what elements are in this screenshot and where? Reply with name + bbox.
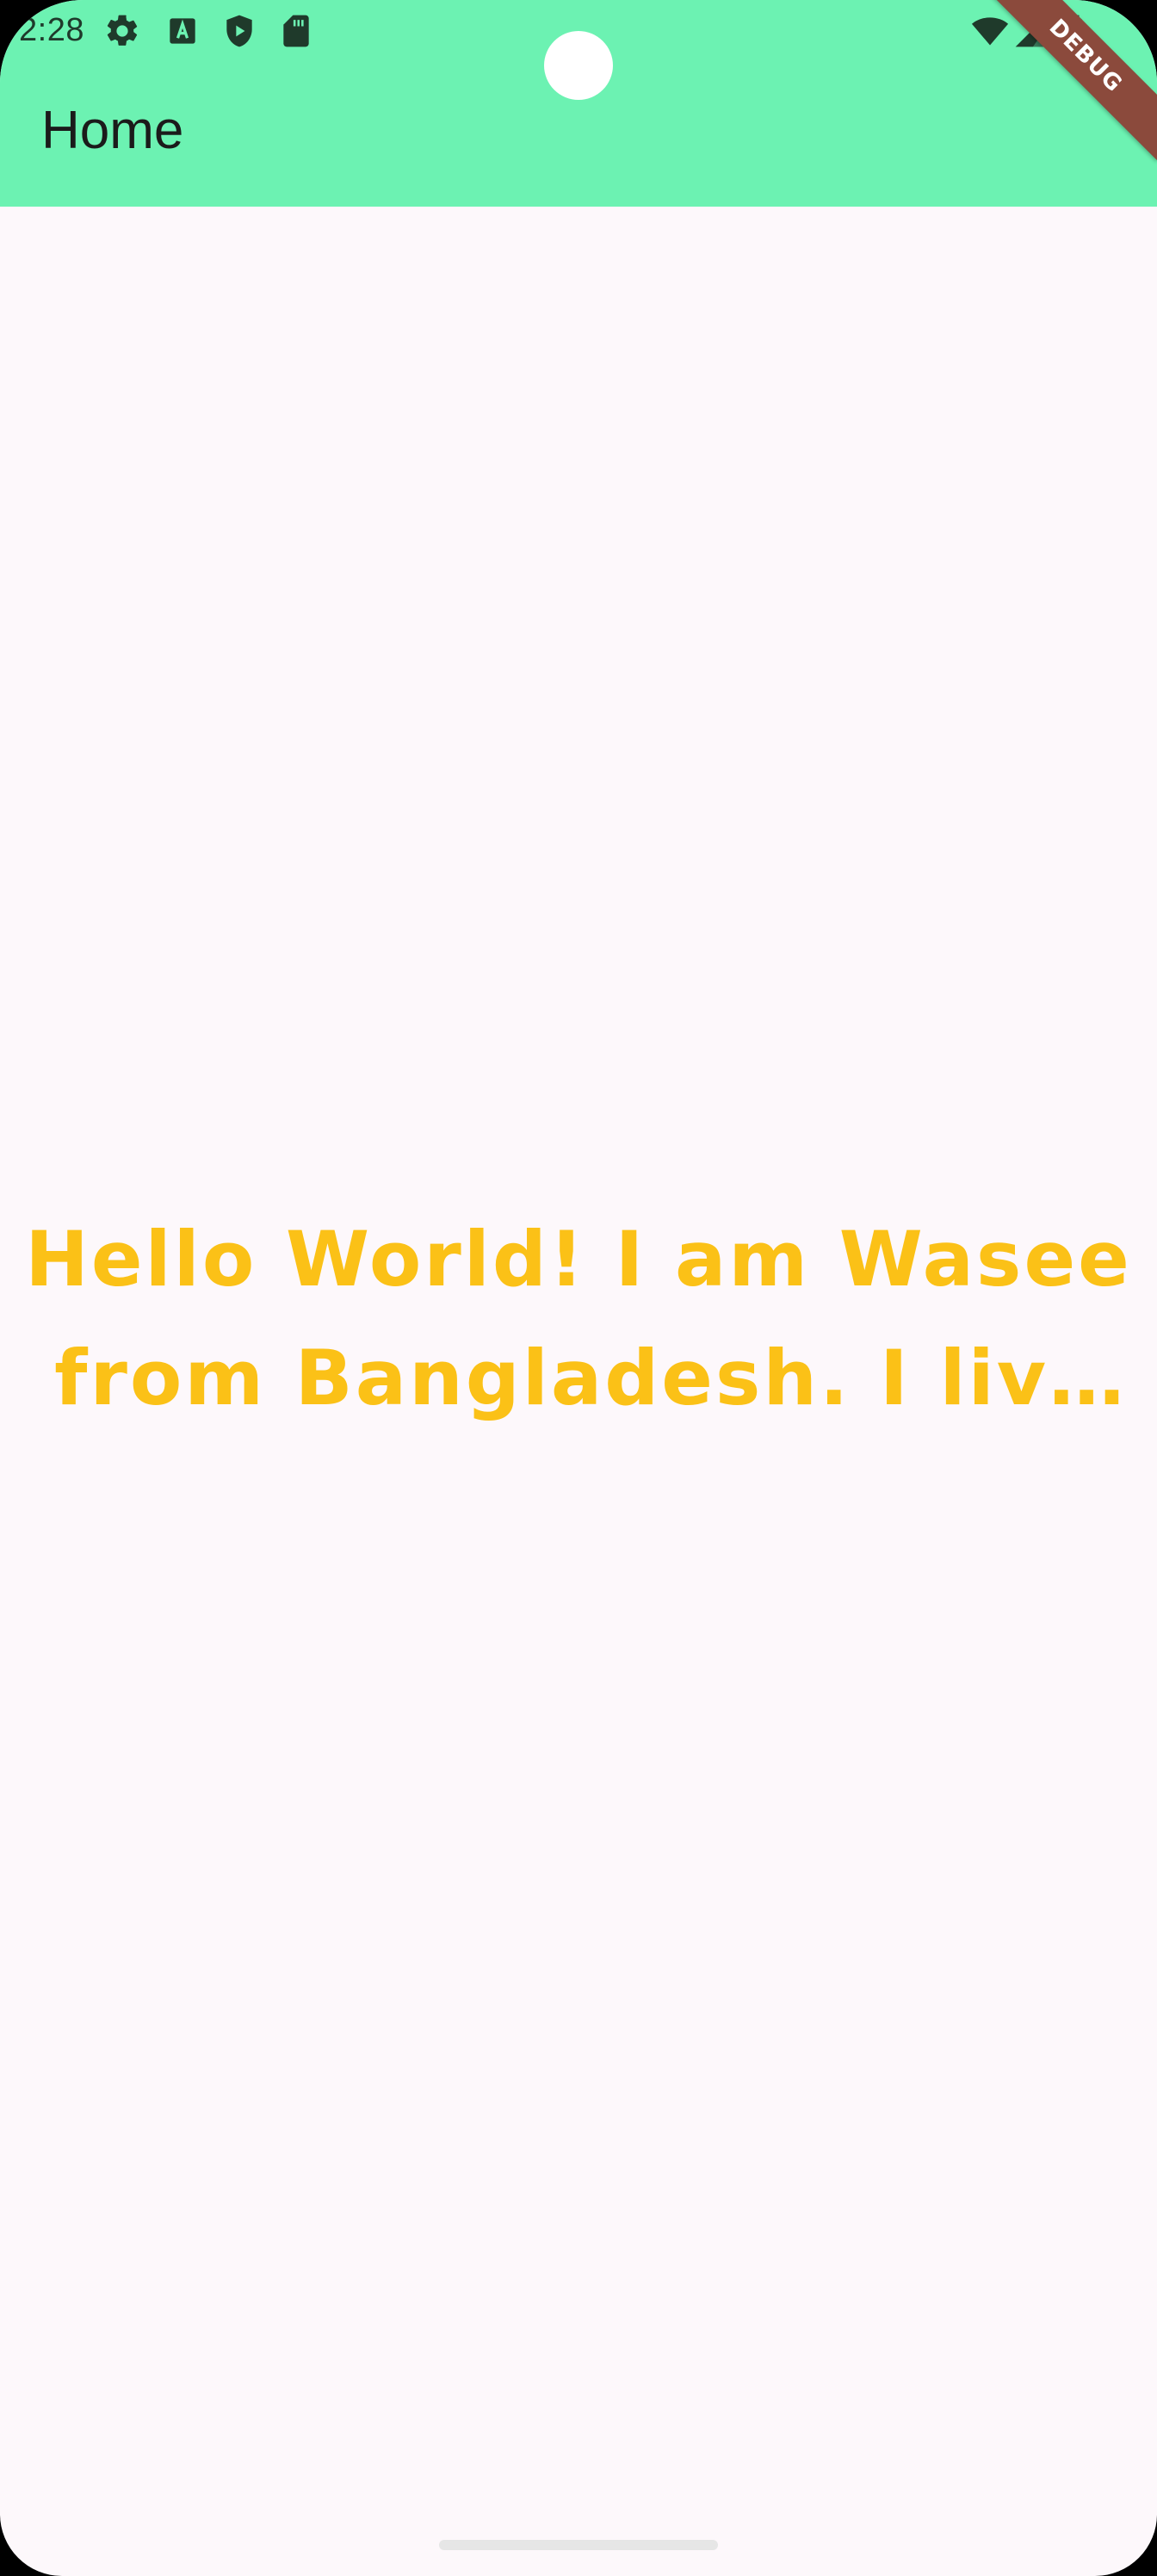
status-time: 2:28 bbox=[19, 12, 84, 48]
sd-card-icon bbox=[277, 12, 315, 50]
camera-cutout bbox=[544, 31, 613, 100]
page-title: Home bbox=[41, 101, 184, 160]
app-header: 2:28 Home bbox=[0, 0, 1157, 207]
app-screen: 2:28 Home DEBUG Hello World! I am Wasee … bbox=[0, 0, 1157, 2576]
home-gesture-handle[interactable] bbox=[439, 2540, 718, 2550]
shield-play-icon bbox=[220, 12, 258, 50]
wifi-icon bbox=[971, 12, 1009, 50]
gear-icon bbox=[103, 12, 141, 50]
greeting-text: Hello World! I am Wasee from Bangladesh.… bbox=[25, 1215, 1132, 1422]
a-text-icon bbox=[164, 12, 201, 50]
main-content: Hello World! I am Wasee from Bangladesh.… bbox=[0, 207, 1157, 2514]
